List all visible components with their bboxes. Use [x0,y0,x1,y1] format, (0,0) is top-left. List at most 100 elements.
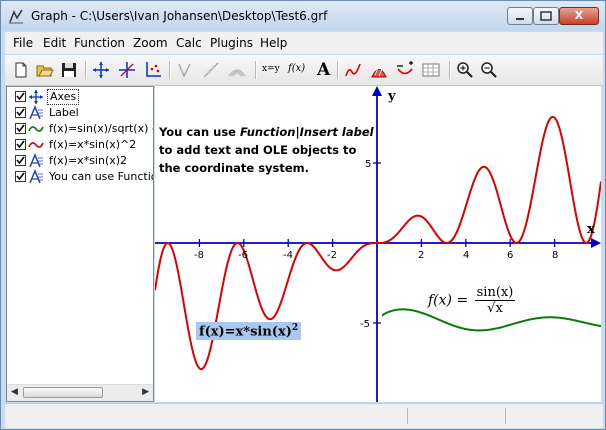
insert-shade-button[interactable] [369,60,389,80]
info-text-line1a: You can use [159,125,240,139]
graph-app-icon [9,9,23,24]
x-axis-label: x [587,222,595,237]
table-button[interactable] [421,60,441,80]
status-bar [5,403,603,428]
red-curve-icon [28,142,44,148]
x-tick-label: 4 [463,250,470,261]
insert-function-button[interactable] [343,60,363,80]
menu-edit[interactable]: Edit [43,36,66,50]
menu-help[interactable]: Help [260,36,287,50]
tree-checkbox-axes[interactable] [15,91,26,102]
zoom-fit-button[interactable] [117,60,137,80]
shade-icon [203,62,219,78]
shade-button[interactable] [201,60,221,80]
menu-plugins[interactable]: Plugins [210,36,253,50]
tree-checkbox-sin-sqrt[interactable] [15,123,26,134]
x-axis-arrow [591,238,601,248]
window-title: Graph - C:\Users\Ivan Johansen\Desktop\T… [31,9,328,23]
insert-text-button[interactable]: A [313,60,333,80]
move-axes-icon [93,62,109,78]
maximize-icon [540,11,552,21]
y-axis-arrow [372,86,382,96]
app-window: Graph - C:\Users\Ivan Johansen\Desktop\T… [0,0,606,430]
save-icon [62,63,76,77]
info-text-line2: to add text and OLE objects to [159,143,357,157]
x-tick-label: -2 [327,250,337,261]
tree-horizontal-scrollbar[interactable]: ◀ ▶ [7,384,153,401]
green-curve-icon [28,126,44,132]
zoom-square-button[interactable] [143,60,163,80]
scroll-right-icon[interactable]: ▶ [142,387,149,397]
formula-fraction: sin(x) √x [474,285,516,316]
x-tick-label: -8 [194,250,204,261]
function-eval-button[interactable]: f(x) [287,60,311,80]
relation-icon [397,61,413,75]
menu-bar: File Edit Function Zoom Calc Plugins Hel… [5,32,603,54]
open-folder-icon [36,65,54,77]
menu-calc[interactable]: Calc [176,36,202,50]
menu-file[interactable]: File [13,36,33,50]
zoom-out-button[interactable] [479,60,499,80]
insert-function-icon [345,63,361,77]
x-tick-label: -6 [238,250,248,261]
tree-checkbox-label-formula[interactable] [15,155,26,166]
tangent-icon [178,63,191,78]
zoom-in-button[interactable] [455,60,475,80]
tree-checkbox-label-info[interactable] [15,171,26,182]
minimize-button[interactable] [507,7,533,25]
x-tick-label: 8 [552,250,559,261]
relation-button[interactable] [395,60,415,80]
function-eval-icon: f(x) [288,63,306,74]
title-bar[interactable]: Graph - C:\Users\Ivan Johansen\Desktop\T… [1,1,605,31]
close-icon: X [574,9,584,22]
label-box-sup: 2 [291,323,299,333]
zoom-out-icon [481,62,497,78]
new-file-button[interactable] [11,60,31,80]
formula-numerator: sin(x) [474,285,516,301]
label-xy-icon: x=y [262,64,280,74]
tree-checkbox-xsin2[interactable] [15,139,26,150]
tree-label-xsin2: f(x)=x*sin(x)^2 [49,138,137,151]
save-button[interactable] [59,60,79,80]
label-icon [29,169,43,184]
series-icon [228,69,246,77]
scroll-left-icon[interactable]: ◀ [11,387,18,397]
toolbar: x=y f(x) A [5,55,603,86]
menu-zoom[interactable]: Zoom [133,36,168,50]
formula-lhs: f(x) = [428,292,469,309]
move-axes-button[interactable] [91,60,111,80]
y-tick-label: -5 [360,319,370,330]
new-file-icon [15,62,27,78]
series-button[interactable] [227,60,247,80]
x-tick-label: -4 [283,250,293,261]
close-button[interactable]: X [559,7,599,25]
minimize-icon [516,18,524,20]
maximize-button[interactable] [533,7,559,25]
tree-label-label-info: You can use Function [49,170,154,183]
ole-formula-object[interactable]: f(x) = sin(x) √x [428,285,516,316]
info-text-line3: the coordinate system. [159,161,310,175]
zoom-fit-icon [119,62,135,78]
table-icon [422,63,440,77]
scrollbar-thumb[interactable] [23,387,103,398]
info-text-label[interactable]: You can use Function|Insert label to add… [159,123,389,177]
zoom-square-icon [146,62,161,77]
info-text-line1b: Function|Insert label [239,125,374,139]
open-button[interactable] [35,60,55,80]
tree-checkbox-label[interactable] [15,107,26,118]
tangent-button[interactable] [175,60,195,80]
label-box-text: f(x)=x*sin(x) [199,324,292,340]
tree-label-axes: Axes [47,89,80,105]
insert-shade-icon [371,67,387,78]
label-icon [29,105,43,120]
label-xy-button[interactable]: x=y [260,60,284,80]
formula-label-box[interactable]: f(x)=x*sin(x)2 [196,322,302,341]
menu-function[interactable]: Function [74,36,125,50]
tree-label-sin-sqrt: f(x)=sin(x)/sqrt(x) - 5 [49,122,153,135]
y-axis-label: y [388,89,396,104]
formula-denominator: √x [487,301,503,316]
label-icon [29,153,43,168]
zoom-in-icon [457,62,473,78]
function-tree-panel[interactable]: Axes Label f(x)=sin(x)/sqrt(x) - 5 f(x)=… [6,86,154,402]
graph-plot-area[interactable]: y x -8 -6 -4 -2 2 4 6 8 5 -5 You can use… [155,86,601,402]
